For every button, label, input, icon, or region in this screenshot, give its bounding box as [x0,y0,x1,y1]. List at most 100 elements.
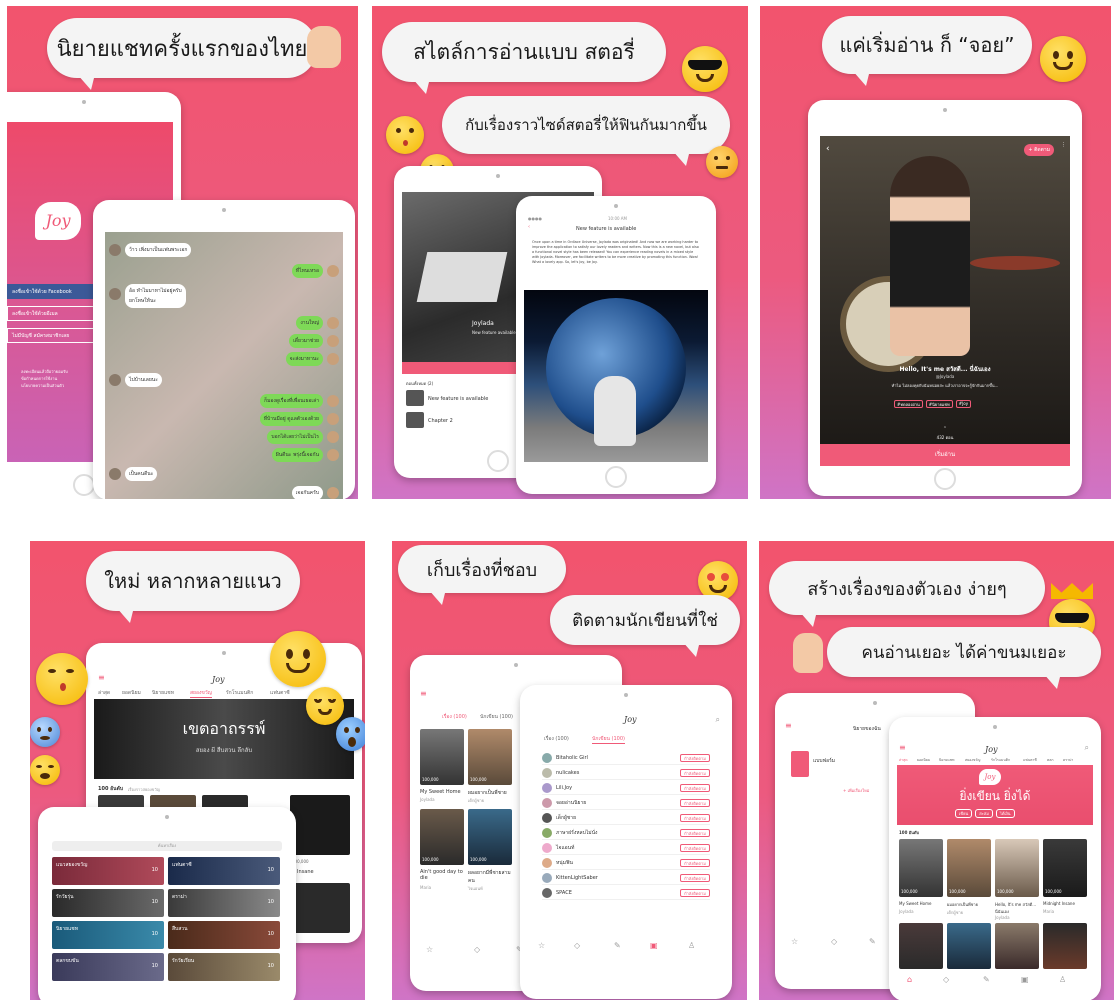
genre-card[interactable]: สืบสวน 10 [168,921,280,949]
facebook-login-button[interactable]: ลงชื่อเข้าใช้ด้วย Facebook [7,284,97,299]
tab-writers[interactable]: นักเขียน (100) [480,713,513,721]
follow-button[interactable]: กำลังติดตาม [680,874,710,882]
book-cover[interactable] [995,923,1039,969]
follow-button[interactable]: กำลังติดตาม [680,829,710,837]
tag-chip[interactable]: #นิยายแชท [925,400,953,408]
tab-comedy[interactable]: ตลก [1047,757,1054,763]
menu-icon[interactable]: ≡ [785,721,792,730]
writer-row[interactable]: จอยอ่านนิยาย กำลังติดตาม [542,796,710,810]
follow-button[interactable]: กำลังติดตาม [680,754,710,762]
profile-nav-icon[interactable]: ♙ [688,941,695,950]
terms-link[interactable]: ข้อกำหนดการใช้งาน [21,375,68,382]
back-chevron-icon[interactable]: ‹ [826,144,830,154]
shelf-nav-icon[interactable]: ☆ [791,937,798,946]
tag-chip[interactable]: #Joy [955,400,972,408]
genre-card[interactable]: รักวัยเรียน 10 [168,953,280,981]
search-nav-icon[interactable]: ◇ [831,937,837,946]
follow-button[interactable]: กำลังติดตาม [680,814,710,822]
book-cover[interactable] [290,883,350,933]
collection-nav-icon[interactable]: ▣ [1021,975,1029,984]
menu-icon[interactable]: ≡ [899,743,906,752]
menu-icon[interactable]: ≡ [420,689,427,698]
tab-chat[interactable]: นิยายแชท [152,689,174,697]
genre-card[interactable]: ตลกขบขัน 10 [52,953,164,981]
tab-horror[interactable]: สยองขวัญ [190,689,212,698]
email-login-button[interactable]: ลงชื่อเข้าใช้ด้วยอีเมล [7,306,97,321]
writer-row[interactable]: SPACE กำลังติดตาม [542,886,710,900]
tab-popular[interactable]: ยอดนิยม [917,757,930,763]
follow-button[interactable]: กำลังติดตาม [680,844,710,852]
menu-icon[interactable]: ≡ [98,673,105,682]
write-nav-icon[interactable]: ✎ [869,937,876,946]
tag-chip[interactable]: #ทดลองอ่าน [894,400,923,408]
writer-row[interactable]: nulicakes กำลังติดตาม [542,766,710,780]
writer-row[interactable]: หนุ่มฟิน กำลังติดตาม [542,856,710,870]
writer-row[interactable]: ภาษาฝรั่งหลบไม่นั่ง กำลังติดตาม [542,826,710,840]
follow-button[interactable]: + ติดตาม [1024,144,1054,156]
tab-latest[interactable]: ล่าสุด [899,757,908,763]
book-cover[interactable] [1043,923,1087,969]
shelf-nav-icon[interactable]: ☆ [538,941,545,950]
tab-romance[interactable]: รักโรแมนติก [226,689,253,697]
signup-button[interactable]: ไม่มีบัญชี สมัครสมาชิกเลย [7,328,97,343]
home-button[interactable] [487,450,509,472]
genre-tablet: ค้นหาเรื่อง แนวสยองขวัญ 10 แฟนตาซี 10 รักว… [38,807,296,1000]
chevron-up-icon[interactable]: ⌃ [820,426,1070,432]
book-cover[interactable] [791,751,809,777]
back-chevron-icon[interactable]: ‹ [528,224,530,230]
avatar [327,431,339,443]
home-button[interactable] [934,468,956,490]
genre-card[interactable]: นิยายแชท 10 [52,921,164,949]
home-nav-icon[interactable]: ⌂ [907,975,912,984]
add-story-button[interactable]: + เพิ่มเรื่องใหม่ [843,787,869,794]
tab-fantasy[interactable]: แฟนตาซี [270,689,290,697]
writer-row[interactable]: Bitaholic Girl กำลังติดตาม [542,751,710,765]
follow-button[interactable]: กำลังติดตาม [680,784,710,792]
tab-writers[interactable]: นักเขียน (100) [592,735,625,744]
tab-chat[interactable]: นิยายแชท [939,757,954,763]
search-icon[interactable]: ⌕ [716,715,720,725]
genre-card[interactable]: แฟนตาซี 10 [168,857,280,885]
tab-stories[interactable]: เรื่อง (100) [442,713,467,721]
tab-drama[interactable]: ดราม่า [1063,757,1073,763]
write-nav-icon[interactable]: ✎ [983,975,990,984]
follow-button[interactable]: กำลังติดตาม [680,859,710,867]
follow-button[interactable]: กำลังติดตาม [680,889,710,897]
writer-row[interactable]: ไจแอนท์ กำลังติดตาม [542,841,710,855]
collection-nav-icon[interactable]: ▣ [650,941,658,950]
start-reading-button[interactable]: เริ่มอ่าน [820,444,1070,466]
book-cover[interactable] [290,795,350,855]
search-nav-icon[interactable]: ◇ [474,945,480,954]
follow-button[interactable]: กำลังติดตาม [680,769,710,777]
genre-card[interactable]: รักวัยรุ่น 10 [52,889,164,917]
more-icon[interactable]: ⋮ [1061,142,1066,148]
tab-latest[interactable]: ล่าสุด [98,689,110,697]
search-nav-icon[interactable]: ◇ [574,941,580,950]
search-input[interactable]: ค้นหาเรื่อง [52,841,282,851]
writer-row[interactable]: KittenLightSaber กำลังติดตาม [542,871,710,885]
write-earn-banner[interactable]: Joy ยิ่งเขียน ยิ่งได้ เขียน สะสม ได้เงิน [897,765,1093,825]
genre-card[interactable]: แนวสยองขวัญ 10 [52,857,164,885]
search-nav-icon[interactable]: ◇ [943,975,949,984]
search-icon[interactable]: ⌕ [1085,743,1089,753]
writer-row[interactable]: Lili.Joy กำลังติดตาม [542,781,710,795]
writer-row[interactable]: เด็กผู้ชาย กำลังติดตาม [542,811,710,825]
tab-fantasy[interactable]: แฟนตาซี [1023,757,1037,763]
book-cover[interactable] [899,923,943,969]
home-button[interactable] [605,466,627,488]
home-button[interactable] [73,474,95,496]
shelf-nav-icon[interactable]: ☆ [426,945,433,954]
tab-horror[interactable]: สยองขวัญ [965,757,980,763]
tab-stories[interactable]: เรื่อง (100) [544,735,569,743]
follow-button[interactable]: กำลังติดตาม [680,799,710,807]
tab-romance[interactable]: รักโรแมนติก [991,757,1010,763]
profile-nav-icon[interactable]: ♙ [1059,975,1066,984]
genre-card[interactable]: ดราม่า 10 [168,889,280,917]
write-nav-icon[interactable]: ✎ [614,941,621,950]
headline-bubble: แค่เริ่มอ่าน ก็ “จอย” [822,16,1032,86]
episode-title[interactable]: New feature is available [428,396,488,402]
privacy-link[interactable]: นโยบายความเป็นส่วนตัว [21,382,68,389]
book-cover[interactable] [947,923,991,969]
tab-popular[interactable]: ยอดนิยม [122,689,141,697]
episode-title[interactable]: Chapter 2 [428,418,453,424]
